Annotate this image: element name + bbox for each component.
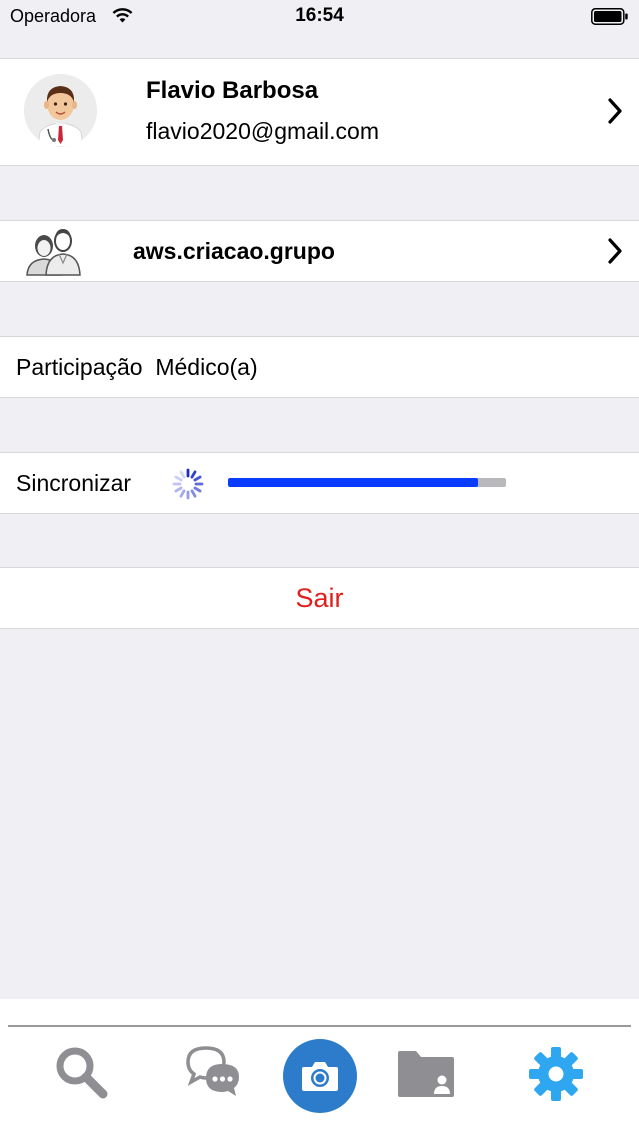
doctor-avatar-icon [24, 74, 97, 147]
sync-cell[interactable]: Sincronizar [0, 452, 639, 514]
loading-spinner-icon [172, 468, 204, 500]
group-cell[interactable]: aws.criacao.grupo [0, 220, 639, 282]
avatar [24, 74, 97, 147]
gear-icon[interactable] [528, 1046, 584, 1102]
camera-button[interactable] [283, 1039, 357, 1113]
battery-icon [591, 8, 628, 25]
camera-icon [302, 1062, 338, 1091]
settings-screen: Operadora 16:54 Flavio Barbosa flavio202… [0, 0, 639, 1136]
profile-email: flavio2020@gmail.com [146, 118, 380, 144]
tab-bar [0, 999, 639, 1136]
status-time: 16:54 [295, 5, 344, 26]
role-label: Participação Médico(a) [16, 354, 258, 380]
chevron-right-icon [608, 238, 622, 264]
chat-icon[interactable] [184, 1044, 244, 1100]
status-bar: Operadora 16:54 [0, 0, 639, 40]
tab-bar-divider [8, 1025, 631, 1027]
logout-cell[interactable]: Sair [0, 567, 639, 629]
sync-progress-fill [228, 478, 479, 487]
sync-progress-bar [228, 478, 506, 487]
group-name: aws.criacao.grupo [133, 238, 335, 264]
folder-contact-icon[interactable] [396, 1049, 456, 1099]
role-cell: Participação Médico(a) [0, 336, 639, 398]
profile-name: Flavio Barbosa [146, 77, 319, 104]
logout-button[interactable]: Sair [0, 583, 639, 614]
chevron-right-icon [608, 98, 622, 124]
search-icon[interactable] [52, 1044, 112, 1102]
profile-cell[interactable]: Flavio Barbosa flavio2020@gmail.com [0, 58, 639, 166]
sync-label: Sincronizar [16, 470, 132, 496]
group-users-icon [26, 229, 81, 276]
